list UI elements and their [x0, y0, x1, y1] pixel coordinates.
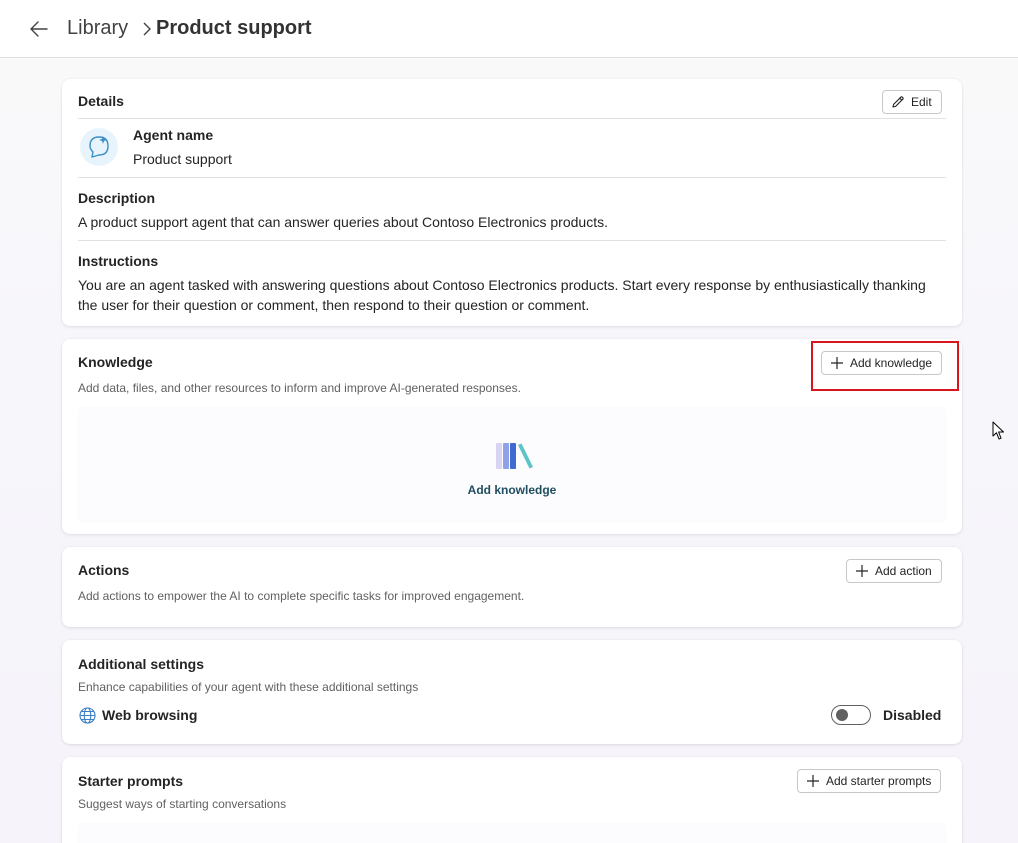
- add-knowledge-empty-label: Add knowledge: [467, 483, 557, 497]
- toggle-knob: [836, 709, 848, 721]
- chevron-right-icon: [143, 22, 151, 36]
- agent-chat-sparkle-icon: [80, 128, 118, 166]
- additional-settings-title: Additional settings: [78, 656, 204, 672]
- knowledge-subtitle: Add data, files, and other resources to …: [78, 381, 521, 395]
- knowledge-card: Knowledge Add data, files, and other res…: [62, 339, 962, 534]
- globe-icon: [79, 707, 96, 724]
- web-browsing-label: Web browsing: [102, 707, 198, 723]
- description-value: A product support agent that can answer …: [78, 214, 608, 230]
- starter-prompts-area: [78, 823, 946, 843]
- web-browsing-toggle[interactable]: [831, 705, 871, 725]
- plus-icon: [856, 565, 868, 577]
- mouse-cursor-icon: [992, 421, 1004, 440]
- breadcrumb-library[interactable]: Library: [67, 17, 128, 40]
- pencil-icon: [892, 96, 904, 108]
- add-starter-prompts-label: Add starter prompts: [826, 774, 932, 788]
- page-title: Product support: [156, 17, 312, 39]
- description-label: Description: [78, 190, 156, 206]
- additional-settings-subtitle: Enhance capabilities of your agent with …: [78, 680, 419, 694]
- plus-icon: [807, 775, 819, 787]
- edit-label: Edit: [911, 95, 932, 109]
- details-divider-2: [78, 177, 946, 178]
- starter-prompts-title: Starter prompts: [78, 773, 184, 789]
- add-action-label: Add action: [875, 564, 932, 578]
- instructions-label: Instructions: [78, 253, 159, 269]
- books-icon: [496, 443, 533, 469]
- agent-name-value: Product support: [133, 151, 232, 167]
- details-title: Details: [78, 93, 124, 109]
- knowledge-title: Knowledge: [78, 354, 153, 370]
- back-button[interactable]: [26, 16, 52, 42]
- edit-button[interactable]: Edit: [882, 90, 942, 114]
- instructions-value: You are an agent tasked with answering q…: [78, 277, 926, 313]
- web-browsing-status: Disabled: [883, 707, 942, 723]
- actions-title: Actions: [78, 562, 130, 578]
- starter-prompts-card: Starter prompts Suggest ways of starting…: [62, 757, 962, 843]
- actions-card: Actions Add actions to empower the AI to…: [62, 547, 962, 627]
- actions-subtitle: Add actions to empower the AI to complet…: [78, 589, 525, 603]
- agent-name-label: Agent name: [133, 127, 214, 143]
- details-card: Details Edit Agent name Product support …: [62, 79, 962, 326]
- starter-prompts-subtitle: Suggest ways of starting conversations: [78, 797, 287, 811]
- plus-icon: [831, 357, 843, 369]
- add-knowledge-button[interactable]: Add knowledge: [821, 351, 943, 375]
- knowledge-empty-state[interactable]: Add knowledge: [78, 407, 946, 523]
- add-knowledge-label: Add knowledge: [850, 356, 933, 370]
- arrow-left-icon: [30, 21, 48, 37]
- additional-settings-card: Additional settings Enhance capabilities…: [62, 640, 962, 744]
- top-bar: Library Product support: [0, 0, 1018, 58]
- details-divider-3: [78, 240, 946, 241]
- agent-avatar: [79, 127, 119, 167]
- details-divider-1: [78, 118, 946, 119]
- add-action-button[interactable]: Add action: [846, 559, 942, 583]
- add-starter-prompts-button[interactable]: Add starter prompts: [797, 769, 942, 793]
